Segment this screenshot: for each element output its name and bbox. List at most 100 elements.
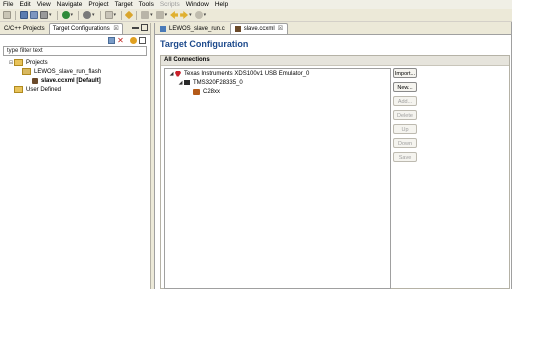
tab-label: LEWOS_slave_run.c — [169, 26, 225, 32]
down-button[interactable]: Down — [393, 138, 417, 148]
project-folder-icon — [22, 68, 31, 75]
menu-edit[interactable]: Edit — [16, 0, 33, 9]
folder-icon — [14, 59, 23, 66]
collapse-all-icon[interactable] — [139, 37, 146, 44]
delete-button[interactable]: Delete — [393, 110, 417, 120]
view-controls — [130, 24, 148, 31]
target-config-tree: ⊟ Projects LEWOS_slave_run_flash slave.c… — [0, 56, 150, 94]
toolbar-separator — [121, 10, 123, 20]
chevron-down-icon[interactable]: ▾ — [114, 11, 117, 19]
add-button[interactable]: Add... — [393, 96, 417, 106]
menu-target[interactable]: Target — [112, 0, 136, 9]
print-icon[interactable] — [40, 11, 48, 19]
new-file-icon[interactable] — [3, 11, 11, 19]
collapse-triangle-icon[interactable]: ◢ — [177, 80, 184, 86]
left-view-tabs: C/C++ Projects Target Configurations ☒ — [0, 23, 150, 35]
ccxml-file-icon — [234, 26, 241, 32]
menu-file[interactable]: File — [0, 0, 16, 9]
tree-item-device[interactable]: ◢ TMS320F28335_0 — [165, 78, 390, 87]
cpu-core-icon — [193, 88, 200, 95]
menu-project[interactable]: Project — [85, 0, 111, 9]
menu-view[interactable]: View — [34, 0, 54, 9]
forward-arrow-icon[interactable] — [180, 11, 189, 19]
save-button[interactable]: Save — [393, 152, 417, 162]
screenshot-root: File Edit View Navigate Project Target T… — [0, 0, 550, 343]
chevron-down-icon[interactable]: ▾ — [92, 11, 95, 19]
menu-scripts[interactable]: Scripts — [157, 0, 183, 9]
chevron-down-icon[interactable]: ▾ — [150, 11, 153, 19]
left-view-panel: C/C++ Projects Target Configurations ☒ ✕… — [0, 23, 151, 289]
chevron-down-icon[interactable]: ▾ — [49, 11, 52, 19]
chevron-down-icon[interactable]: ▾ — [204, 11, 207, 19]
pin-icon[interactable] — [124, 10, 134, 20]
tab-cpp-projects[interactable]: C/C++ Projects — [0, 23, 49, 34]
build-icon[interactable] — [61, 11, 70, 19]
chevron-down-icon[interactable]: ▾ — [189, 11, 192, 19]
toolbar-separator — [56, 10, 58, 20]
menu-help[interactable]: Help — [212, 0, 231, 9]
all-connections-section: All Connections ◢ Texas Instruments XDS1… — [160, 55, 510, 289]
window-edge — [511, 22, 512, 289]
connection-buttons: Import... New... Add... Delete Up Down S… — [393, 68, 419, 166]
new-button[interactable]: New... — [393, 82, 417, 92]
back-arrow-icon[interactable] — [170, 11, 179, 19]
new-target-icon[interactable] — [108, 37, 115, 44]
page-title: Target Configuration — [160, 39, 249, 49]
tab-slave-ccxml[interactable]: slave.ccxml ☒ — [229, 23, 289, 34]
editor-area: LEWOS_slave_run.c slave.ccxml ☒ Target C… — [154, 23, 512, 289]
editor-tabs: LEWOS_slave_run.c slave.ccxml ☒ — [155, 23, 512, 35]
external-tools-icon[interactable] — [104, 11, 113, 19]
menu-tools[interactable]: Tools — [136, 0, 157, 9]
prev-annotation-icon[interactable] — [155, 11, 164, 19]
connections-tree: ◢ Texas Instruments XDS100v1 USB Emulato… — [164, 68, 391, 289]
history-icon[interactable] — [194, 11, 203, 19]
menu-navigate[interactable]: Navigate — [54, 0, 86, 9]
menu-window[interactable]: Window — [183, 0, 212, 9]
close-icon[interactable]: ☒ — [113, 26, 118, 32]
tree-item-label: LEWOS_slave_run_flash — [34, 68, 102, 75]
texas-instruments-icon — [175, 70, 181, 77]
folder-icon — [14, 86, 23, 93]
menubar: File Edit View Navigate Project Target T… — [0, 0, 512, 9]
maximize-icon[interactable] — [141, 24, 148, 31]
filter-input[interactable]: type filter text — [3, 46, 147, 56]
tab-target-configurations[interactable]: Target Configurations ☒ — [48, 23, 123, 34]
next-annotation-icon[interactable] — [141, 11, 150, 19]
tree-item-ccxml[interactable]: slave.ccxml [Default] — [0, 76, 150, 85]
tree-item-user-defined[interactable]: User Defined — [0, 85, 150, 94]
toolbar-separator — [136, 10, 138, 20]
tree-item-label: Projects — [26, 59, 48, 66]
save-all-icon[interactable] — [30, 11, 38, 19]
target-config-file-icon — [32, 77, 38, 84]
tab-label: Target Configurations — [52, 26, 110, 32]
collapse-triangle-icon[interactable]: ◢ — [168, 71, 175, 77]
chevron-down-icon[interactable]: ▾ — [165, 11, 168, 19]
tree-item-projects[interactable]: ⊟ Projects — [0, 58, 150, 67]
tab-label: slave.ccxml — [243, 26, 275, 32]
save-icon[interactable] — [20, 11, 28, 19]
import-button[interactable]: Import... — [393, 68, 417, 78]
minimize-icon[interactable] — [132, 27, 139, 31]
chevron-down-icon[interactable]: ▾ — [71, 11, 74, 19]
toolbar-separator — [99, 10, 101, 20]
tree-item-label: Texas Instruments XDS100v1 USB Emulator_… — [184, 70, 310, 77]
eclipse-window: File Edit View Navigate Project Target T… — [0, 0, 512, 289]
tree-item-emulator[interactable]: ◢ Texas Instruments XDS100v1 USB Emulato… — [165, 69, 390, 78]
close-icon[interactable]: ☒ — [278, 24, 283, 34]
main-toolbar: ▾ ▾ ▾ ▾ ▾ ▾ ▾ ▾ — [0, 9, 512, 22]
tree-item-label: TMS320F28335_0 — [193, 79, 243, 86]
tree-item-label: C28xx — [203, 88, 221, 95]
up-button[interactable]: Up — [393, 124, 417, 134]
link-icon[interactable] — [130, 37, 137, 44]
tree-item-core[interactable]: C28xx — [165, 87, 390, 96]
tree-item-label: User Defined — [26, 86, 62, 93]
tree-item-label: slave.ccxml [Default] — [41, 77, 101, 84]
c-file-icon — [160, 26, 166, 32]
delete-icon[interactable]: ✕ — [117, 37, 124, 45]
toolbar-separator — [15, 10, 16, 20]
chip-icon — [184, 80, 190, 85]
tree-item-project[interactable]: LEWOS_slave_run_flash — [0, 67, 150, 76]
view-toolbar: ✕ — [0, 35, 150, 46]
debug-icon[interactable] — [83, 11, 92, 19]
tab-lewos-slave-run-c[interactable]: LEWOS_slave_run.c — [155, 23, 230, 34]
